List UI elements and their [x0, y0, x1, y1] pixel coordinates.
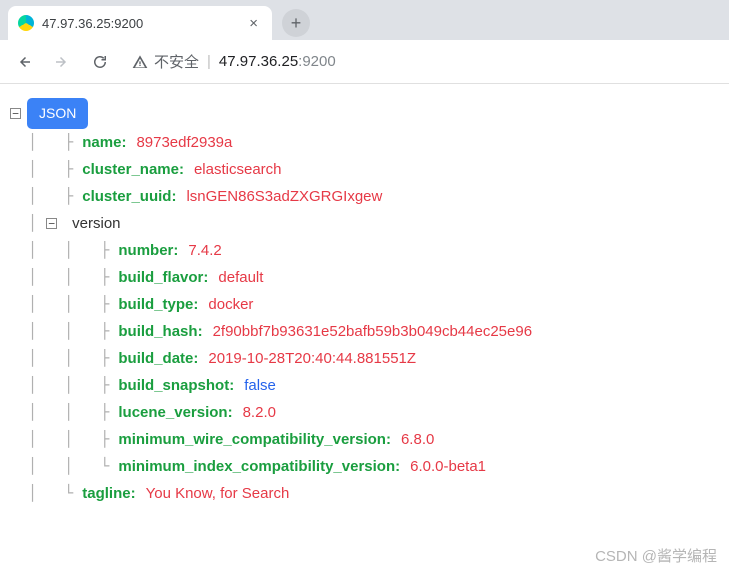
json-field-build-type: │ │ ├ build_type : docker — [10, 291, 719, 318]
json-field-build-flavor: │ │ ├ build_flavor : default — [10, 264, 719, 291]
json-field-number: │ │ ├ number : 7.4.2 — [10, 237, 719, 264]
forward-button[interactable] — [46, 46, 78, 78]
watermark: CSDN @酱学编程 — [595, 545, 717, 566]
json-field-tagline: │ └ tagline : You Know, for Search — [10, 480, 719, 507]
plus-icon: + — [291, 13, 302, 34]
reload-icon — [91, 53, 109, 71]
json-root-row: − JSON — [10, 98, 719, 129]
warning-icon — [132, 54, 148, 70]
tab-bar: 47.97.36.25:9200 × + — [0, 0, 729, 40]
json-badge: JSON — [27, 98, 88, 129]
close-icon[interactable]: × — [245, 15, 262, 32]
json-viewer: − JSON │ ├ name : 8973edf2939a │ ├ clust… — [0, 84, 729, 521]
json-field-min-wire-compat: │ │ ├ minimum_wire_compatibility_version… — [10, 426, 719, 453]
json-field-version: │ − version — [10, 210, 719, 237]
tab-title: 47.97.36.25:9200 — [42, 16, 245, 31]
json-field-cluster-uuid: │ ├ cluster_uuid : lsnGEN86S3adZXGRGIxge… — [10, 183, 719, 210]
address-bar[interactable]: 不安全 | 47.97.36.25:9200 — [132, 51, 336, 72]
arrow-left-icon — [15, 53, 33, 71]
url-port: :9200 — [298, 53, 336, 70]
collapse-icon[interactable]: − — [10, 108, 21, 119]
json-field-build-hash: │ │ ├ build_hash : 2f90bbf7b93631e52bafb… — [10, 318, 719, 345]
json-field-cluster-name: │ ├ cluster_name : elasticsearch — [10, 156, 719, 183]
json-field-build-snapshot: │ │ ├ build_snapshot : false — [10, 372, 719, 399]
json-field-min-index-compat: │ │ └ minimum_index_compatibility_versio… — [10, 453, 719, 480]
browser-toolbar: 不安全 | 47.97.36.25:9200 — [0, 40, 729, 84]
json-field-build-date: │ │ ├ build_date : 2019-10-28T20:40:44.8… — [10, 345, 719, 372]
browser-tab[interactable]: 47.97.36.25:9200 × — [8, 6, 272, 40]
arrow-right-icon — [53, 53, 71, 71]
new-tab-button[interactable]: + — [282, 9, 310, 37]
separator: | — [207, 53, 211, 70]
json-field-name: │ ├ name : 8973edf2939a — [10, 129, 719, 156]
insecure-label: 不安全 — [154, 51, 199, 72]
json-field-lucene-version: │ │ ├ lucene_version : 8.2.0 — [10, 399, 719, 426]
collapse-icon[interactable]: − — [46, 218, 57, 229]
reload-button[interactable] — [84, 46, 116, 78]
url-host: 47.97.36.25 — [219, 53, 298, 70]
favicon-icon — [18, 15, 34, 31]
back-button[interactable] — [8, 46, 40, 78]
